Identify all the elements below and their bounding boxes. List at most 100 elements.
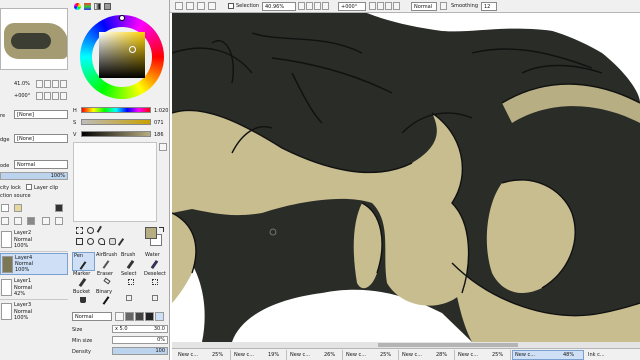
rectangle-select-icon[interactable] — [76, 227, 83, 234]
saturation-value-square[interactable] — [99, 32, 145, 78]
tool-water[interactable]: Water — [144, 252, 167, 271]
layer-clip-checkbox[interactable] — [26, 184, 32, 190]
canvas-tab[interactable]: New c... 25% — [344, 350, 399, 360]
canvas-tab[interactable]: Ink c... — [586, 350, 638, 360]
texture-select[interactable]: [None] — [14, 110, 68, 119]
tool-eraser[interactable]: Eraser — [96, 271, 119, 289]
tool-airbrush[interactable]: AirBrush — [96, 252, 119, 271]
lasso-icon[interactable] — [87, 227, 94, 234]
canvas-tab[interactable]: New c... 25% — [176, 350, 231, 360]
toolbar-rotate-right-button[interactable] — [377, 2, 384, 10]
scratchpad-menu-button[interactable] — [159, 143, 167, 151]
copy-layer-icon[interactable] — [1, 217, 9, 225]
zoom-reset-button[interactable] — [52, 80, 59, 88]
brush-size-multiplier: x 5.0 — [115, 326, 128, 332]
selection-checkbox[interactable] — [228, 3, 234, 9]
custom-tool-icon[interactable] — [126, 295, 132, 301]
drawing-canvas[interactable] — [172, 13, 640, 342]
eyedropper-icon[interactable] — [117, 238, 125, 246]
delete-layer-icon[interactable] — [27, 217, 35, 225]
move-icon[interactable] — [76, 238, 83, 245]
sv-marker[interactable] — [129, 46, 136, 53]
color-wheel-mode-icon[interactable] — [74, 3, 81, 10]
canvas-tab-active[interactable]: New c... 48% — [512, 350, 584, 360]
toolbar-stabilizer-button[interactable] — [440, 2, 447, 10]
brush-size-slider[interactable]: x 5.0 30.0 — [112, 325, 168, 333]
tool-pen[interactable]: Pen — [72, 252, 95, 271]
hand-tool-icon[interactable] — [109, 238, 116, 245]
zoom-fit-button[interactable] — [60, 80, 67, 88]
layer-settings-icon[interactable] — [42, 217, 50, 225]
layer-lock-icon[interactable] — [55, 217, 63, 225]
zoom-select[interactable]: 40.96% — [262, 2, 296, 11]
toolbar-zoom-fit-button[interactable] — [322, 2, 329, 10]
canvas-tab[interactable]: New c... 28% — [400, 350, 455, 360]
toolbar-zoom-out-button[interactable] — [298, 2, 305, 10]
opacity-slider[interactable]: 100% — [0, 172, 68, 180]
toolbar-zoom-in-button[interactable] — [306, 2, 313, 10]
zoom-tool-icon[interactable] — [87, 238, 94, 245]
view-option-3-icon[interactable] — [197, 2, 205, 10]
view-option-4-icon[interactable] — [208, 2, 216, 10]
layer-item[interactable]: Layer2 Normal 100% — [0, 229, 68, 252]
clear-layer-icon[interactable] — [14, 217, 22, 225]
tool-select[interactable]: Select — [120, 271, 143, 289]
canvas-tab[interactable]: New c... 26% — [288, 350, 343, 360]
density-slider[interactable]: 100 — [112, 347, 168, 355]
rotate-left-button[interactable] — [36, 92, 43, 100]
swatch-mode-icon[interactable] — [104, 3, 111, 10]
tool-marker[interactable]: Marker — [72, 271, 95, 289]
toolbar-blend-mode-select[interactable]: Normal — [411, 2, 437, 11]
view-option-icon[interactable] — [175, 2, 183, 10]
min-size-slider[interactable]: 0% — [112, 336, 168, 344]
smoothing-select[interactable]: 12 — [481, 2, 497, 11]
saturation-slider[interactable] — [81, 119, 151, 125]
brush-shape-2[interactable] — [125, 312, 134, 321]
brightness-slider[interactable] — [81, 131, 151, 137]
magic-wand-icon[interactable] — [96, 225, 107, 236]
hue-slider[interactable] — [81, 107, 151, 113]
rotate-tool-icon[interactable] — [98, 238, 105, 245]
swap-colors-icon[interactable] — [159, 227, 164, 232]
scrollbar-thumb[interactable] — [378, 343, 518, 347]
toolbar-flip-button[interactable] — [393, 2, 400, 10]
layer-item[interactable]: Layer1 Normal 42% — [0, 277, 68, 300]
blend-mode-select[interactable]: Normal — [14, 160, 68, 169]
saturation-value: 071 — [154, 120, 164, 126]
toolbar-rotate-left-button[interactable] — [369, 2, 376, 10]
rotate-right-button[interactable] — [44, 92, 51, 100]
merge-layer-icon[interactable] — [55, 204, 63, 212]
new-folder-icon[interactable] — [14, 204, 22, 212]
brush-shape-5[interactable] — [155, 312, 164, 321]
hue-marker[interactable] — [119, 15, 125, 21]
rgb-slider-mode-icon[interactable] — [84, 3, 91, 10]
brush-shape-4[interactable] — [145, 312, 154, 321]
primary-color-swatch[interactable] — [145, 227, 157, 239]
tool-brush[interactable]: Brush — [120, 252, 143, 271]
hsv-slider-mode-icon[interactable] — [94, 3, 101, 10]
navigator-thumbnail[interactable] — [0, 8, 68, 70]
zoom-out-button[interactable] — [44, 80, 51, 88]
toolbar-zoom-reset-button[interactable] — [314, 2, 321, 10]
brush-shape-3[interactable] — [135, 312, 144, 321]
canvas-tab[interactable]: New c... 25% — [456, 350, 511, 360]
layer-item[interactable]: Layer3 Normal 100% — [0, 301, 68, 323]
new-layer-icon[interactable] — [1, 204, 9, 212]
rotate-reset-button[interactable] — [52, 92, 59, 100]
flip-button[interactable] — [60, 92, 67, 100]
zoom-in-button[interactable] — [36, 80, 43, 88]
toolbar-rotate-reset-button[interactable] — [385, 2, 392, 10]
add-tool-icon[interactable] — [152, 295, 158, 301]
layer-item-selected[interactable]: Layer4 Normal 100% — [0, 253, 68, 275]
effect-select[interactable]: [None] — [14, 134, 68, 143]
brush-mode-select[interactable]: Normal — [72, 312, 112, 321]
canvas-tab[interactable]: New c... 19% — [232, 350, 287, 360]
brush-shape-1[interactable] — [115, 312, 124, 321]
layer-opacity: 100% — [14, 243, 29, 249]
view-option-2-icon[interactable] — [186, 2, 194, 10]
angle-select[interactable]: +000° — [338, 2, 366, 11]
tool-deselect[interactable]: Deselect — [144, 271, 167, 289]
tool-bucket[interactable]: Bucket — [72, 289, 95, 307]
color-scratchpad[interactable] — [73, 142, 157, 222]
tool-binary[interactable]: Binary — [96, 289, 119, 307]
